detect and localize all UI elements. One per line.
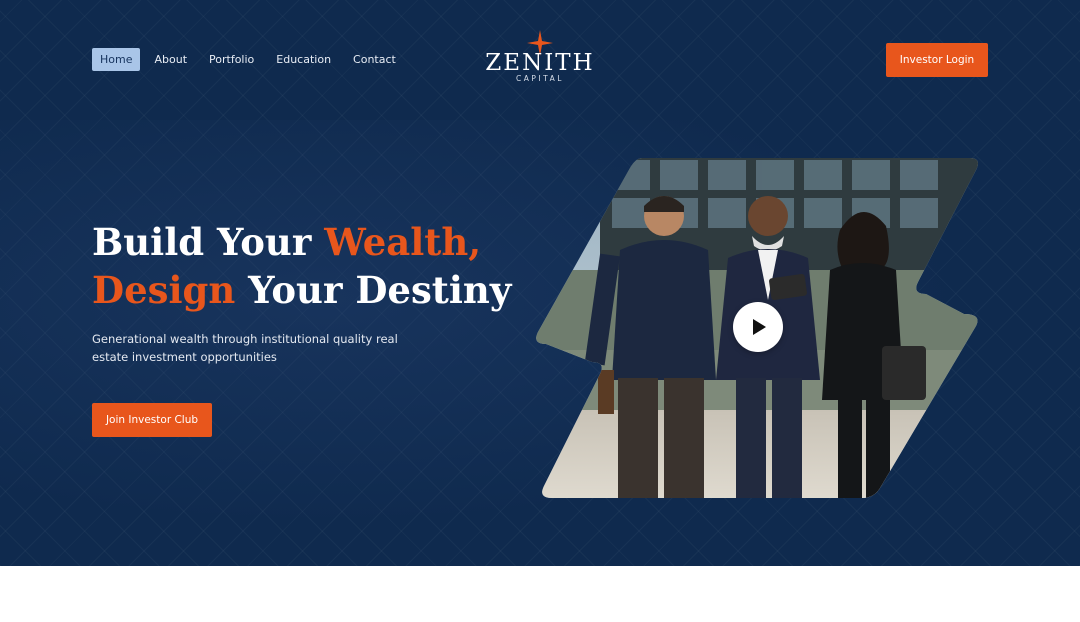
play-icon [753, 319, 766, 335]
video-play-button[interactable] [733, 302, 783, 352]
nav-item-contact[interactable]: Contact [345, 48, 404, 71]
hero-headline: Build Your Wealth, Design Your Destiny [92, 218, 511, 314]
page-below-hero [0, 566, 1080, 622]
hero-subtext: Generational wealth through institutiona… [92, 332, 398, 364]
nav-item-education[interactable]: Education [268, 48, 339, 71]
logo-name: ZENITH [485, 50, 595, 76]
main-nav: Home About Portfolio Education Contact [92, 48, 410, 71]
headline-accent-text: Design [92, 268, 236, 312]
headline-text: Your Destiny [235, 268, 512, 312]
headline-accent-text: Wealth, [324, 220, 482, 264]
join-investor-club-button[interactable]: Join Investor Club [92, 403, 212, 437]
nav-item-portfolio[interactable]: Portfolio [201, 48, 262, 71]
brand-logo[interactable]: ZENITH CAPITAL [470, 30, 610, 83]
nav-item-about[interactable]: About [146, 48, 195, 71]
headline-text: Build Your [92, 220, 325, 264]
hero-section: Home About Portfolio Education Contact Z… [0, 0, 1080, 566]
headline-line-1: Build Your Wealth, [92, 218, 511, 266]
headline-line-2: Design Your Destiny [92, 266, 511, 314]
nav-item-home[interactable]: Home [92, 48, 141, 71]
investor-login-button[interactable]: Investor Login [886, 43, 988, 77]
